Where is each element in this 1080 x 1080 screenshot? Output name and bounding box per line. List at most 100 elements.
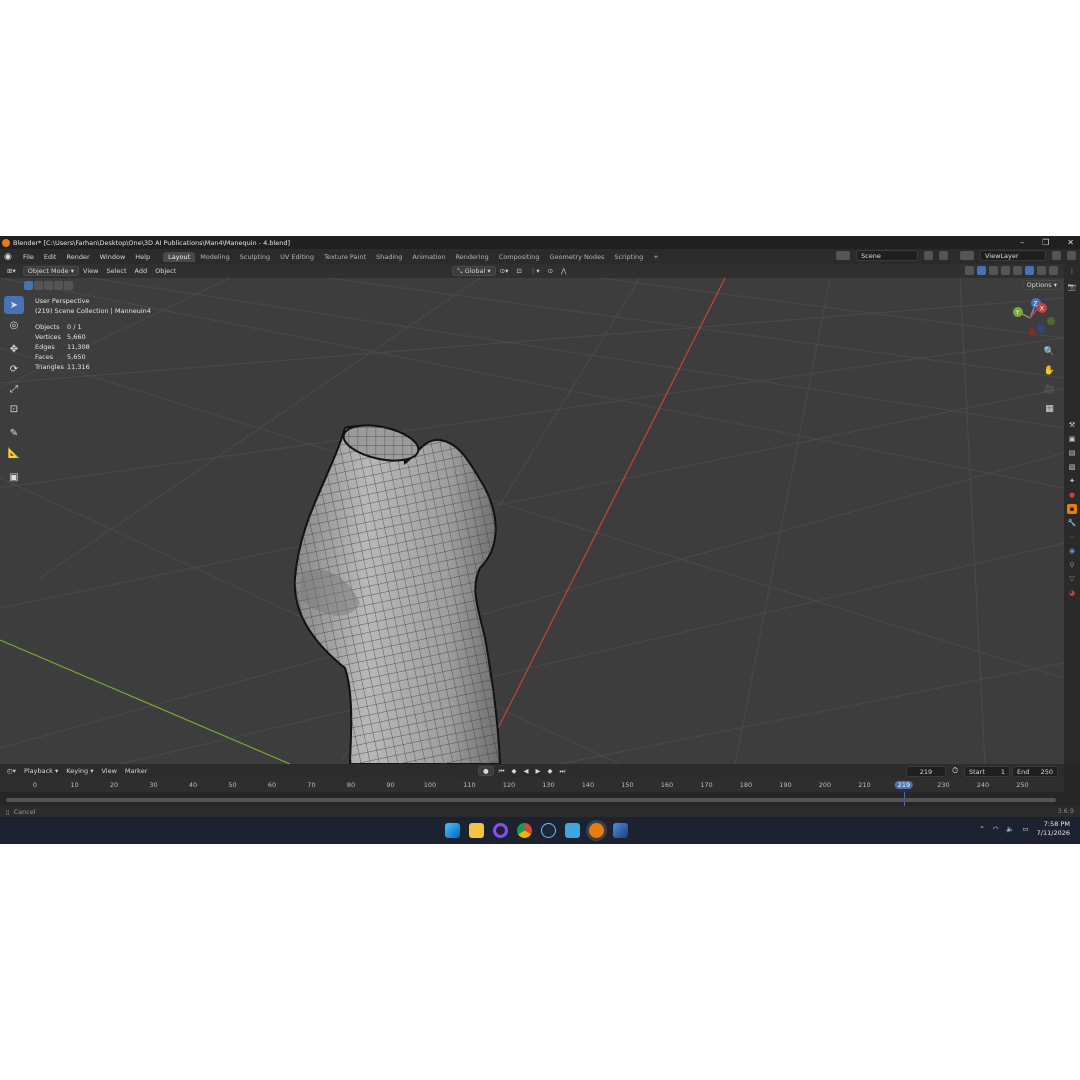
timeline-area[interactable]: 0 10 20 30 40 50 60 70 80 90 100 110 120 130 140 150 160… (0, 778, 1064, 806)
options-dropdown[interactable]: Options ▾ (1021, 280, 1062, 290)
volume-icon[interactable]: 🔈 (1006, 825, 1014, 833)
record-icon[interactable]: ● (478, 766, 494, 776)
minimize-icon[interactable]: – (1020, 238, 1024, 247)
data-properties-icon[interactable]: ▽ (1067, 574, 1077, 584)
wifi-icon[interactable]: ◠ (993, 825, 999, 833)
pan-hand-icon[interactable]: ✋ (1042, 365, 1057, 378)
current-frame-field[interactable]: 219 (906, 766, 946, 777)
scale-tool[interactable]: ⤢ (4, 380, 24, 398)
maximize-icon[interactable]: ❐ (1042, 238, 1049, 247)
scene-field[interactable]: Scene (856, 250, 918, 261)
add-workspace-button[interactable]: + (648, 252, 663, 262)
perspective-toggle-icon[interactable]: ▦ (1042, 403, 1057, 416)
menu-help[interactable]: Help (130, 253, 155, 261)
menu-file[interactable]: File (18, 253, 39, 261)
mode-dropdown[interactable]: Object Mode ▾ (22, 266, 80, 276)
timeline-scrollbar[interactable] (6, 798, 1056, 802)
jump-end-icon[interactable]: ⏭ (558, 766, 568, 776)
select-new-icon[interactable] (24, 281, 33, 290)
material-properties-icon[interactable]: ◕ (1067, 588, 1077, 598)
tab-layout[interactable]: Layout (163, 251, 196, 262)
file-explorer-icon[interactable] (469, 823, 484, 838)
menu-view[interactable]: View (79, 266, 102, 276)
gizmo-toggle-icon[interactable] (977, 266, 986, 275)
gizmo-neg-y-handle[interactable] (1047, 317, 1055, 325)
select-extend-icon[interactable] (34, 281, 43, 290)
scene-icon[interactable] (836, 251, 850, 260)
move-tool[interactable]: ✥ (4, 340, 24, 358)
close-icon[interactable]: ✕ (1067, 238, 1074, 247)
keying-menu[interactable]: Keying ▾ (62, 766, 97, 776)
tab-texture-paint[interactable]: Texture Paint (319, 252, 371, 262)
3d-viewport[interactable]: ➤ ◎ ✥ ⟳ ⤢ ⊡ ✎ 📐 ▣ User Perspective (219)… (0, 278, 1064, 764)
camera-view-icon[interactable]: 🎥 (1042, 384, 1057, 397)
scene-properties-icon[interactable]: ✦ (1067, 476, 1077, 486)
measure-tool[interactable]: 📐 (4, 444, 24, 462)
prev-keyframe-icon[interactable]: ◆ (510, 766, 519, 776)
menu-add[interactable]: Add (131, 266, 152, 276)
editor-type-icon[interactable]: ⊞▾ (3, 266, 20, 276)
view-layer-icon[interactable] (960, 251, 974, 260)
view-layer-remove-icon[interactable] (1067, 251, 1076, 260)
tab-scripting[interactable]: Scripting (609, 252, 648, 262)
tab-shading[interactable]: Shading (371, 252, 407, 262)
add-cube-tool[interactable]: ▣ (4, 468, 24, 486)
snap-icon[interactable]: ⊡ (512, 266, 525, 276)
zoom-icon[interactable]: 🔍 (1042, 346, 1057, 359)
view-layer-properties-icon[interactable]: ▧ (1067, 462, 1077, 472)
current-frame-marker[interactable]: 219 (894, 781, 914, 789)
timeline-editor-icon[interactable]: ◴▾ (3, 766, 20, 776)
windows-start-icon[interactable] (445, 823, 460, 838)
menu-render[interactable]: Render (61, 253, 94, 261)
playback-menu[interactable]: Playback ▾ (20, 766, 62, 776)
wireframe-shading-icon[interactable] (1013, 266, 1022, 275)
visibility-icon[interactable] (965, 266, 974, 275)
camera-toggle-icon[interactable]: 📷 (1067, 282, 1077, 292)
tab-uv-editing[interactable]: UV Editing (275, 252, 319, 262)
xray-icon[interactable] (1001, 266, 1010, 275)
mannequin-mesh[interactable] (293, 419, 502, 764)
menu-edit[interactable]: Edit (39, 253, 62, 261)
object-properties-icon[interactable]: ▪ (1067, 504, 1077, 514)
outliner-toggle-icon[interactable]: ⋮ (1067, 266, 1077, 276)
stopwatch-icon[interactable]: ⏱ (952, 766, 958, 776)
blender-menu-icon[interactable]: ◉ (4, 252, 14, 262)
tab-animation[interactable]: Animation (407, 252, 450, 262)
notepad-icon[interactable] (565, 823, 580, 838)
tab-sculpting[interactable]: Sculpting (235, 252, 275, 262)
constraints-properties-icon[interactable]: ⚲ (1067, 560, 1077, 570)
material-shading-icon[interactable] (1037, 266, 1046, 275)
cortana-icon[interactable] (493, 823, 508, 838)
render-properties-icon[interactable]: ▣ (1067, 434, 1077, 444)
annotate-tool[interactable]: ✎ (4, 424, 24, 442)
transform-orientation-dropdown[interactable]: ⤡ Global ▾ (452, 266, 496, 276)
rotate-tool[interactable]: ⟳ (4, 360, 24, 378)
falloff-icon[interactable]: ⋀ (557, 266, 570, 276)
blender-taskbar-icon[interactable] (589, 823, 604, 838)
select-subtract-icon[interactable] (44, 281, 53, 290)
tool-properties-icon[interactable]: ⚒ (1067, 420, 1077, 430)
menu-window[interactable]: Window (95, 253, 131, 261)
navigation-gizmo[interactable]: Z Y X (1006, 296, 1062, 344)
next-keyframe-icon[interactable]: ◆ (546, 766, 555, 776)
play-reverse-icon[interactable]: ◀ (522, 766, 531, 776)
snap-target-icon[interactable]: ⋮▾ (526, 266, 544, 276)
particles-properties-icon[interactable]: ⁘ (1067, 532, 1077, 542)
scene-remove-icon[interactable] (939, 251, 948, 260)
menu-object[interactable]: Object (151, 266, 180, 276)
view-layer-copy-icon[interactable] (1052, 251, 1061, 260)
solid-shading-icon[interactable] (1025, 266, 1034, 275)
select-box-tool[interactable]: ➤ (4, 296, 24, 314)
modifier-properties-icon[interactable]: 🔧 (1067, 518, 1077, 528)
transform-tool[interactable]: ⊡ (4, 400, 24, 418)
tray-overflow-icon[interactable]: ⌃ (979, 825, 984, 833)
tab-geometry-nodes[interactable]: Geometry Nodes (545, 252, 610, 262)
gizmo-neg-x-handle[interactable] (1028, 328, 1036, 336)
end-frame-field[interactable]: End 250 (1012, 766, 1058, 777)
cursor-tool[interactable]: ◎ (4, 316, 24, 334)
chrome-icon[interactable] (517, 823, 532, 838)
tab-modeling[interactable]: Modeling (195, 252, 235, 262)
pivot-point-icon[interactable]: ⊙▾ (496, 266, 513, 276)
tab-rendering[interactable]: Rendering (451, 252, 494, 262)
tab-compositing[interactable]: Compositing (494, 252, 545, 262)
